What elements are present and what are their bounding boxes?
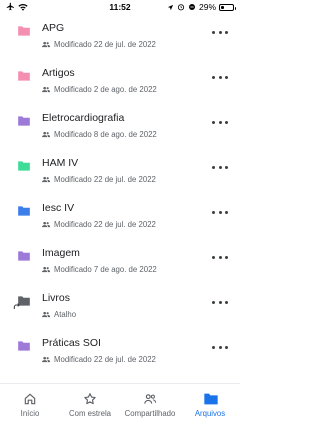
file-row[interactable]: Iesc IV Modificado 22 de jul. de 2022 bbox=[0, 188, 240, 233]
file-row[interactable]: APG Modificado 22 de jul. de 2022 bbox=[0, 8, 240, 53]
more-dot-icon bbox=[218, 345, 222, 349]
file-meta: Modificado 2 de ago. de 2022 bbox=[42, 85, 157, 94]
more-dot-icon bbox=[225, 120, 228, 124]
more-dot-icon bbox=[212, 165, 215, 169]
more-options-button[interactable] bbox=[212, 163, 228, 171]
file-row[interactable]: HAM IV Modificado 22 de jul. de 2022 bbox=[0, 143, 240, 188]
more-options-button[interactable] bbox=[212, 343, 228, 351]
file-name: APG bbox=[42, 22, 65, 34]
more-dot-icon bbox=[212, 75, 215, 79]
shared-people-icon bbox=[42, 86, 50, 93]
more-dot-icon bbox=[225, 30, 228, 34]
shared-people-icon bbox=[42, 221, 50, 228]
more-dot-icon bbox=[225, 345, 228, 349]
file-meta-text: Modificado 22 de jul. de 2022 bbox=[54, 355, 156, 364]
file-meta-text: Atalho bbox=[54, 310, 77, 319]
more-dot-icon bbox=[225, 75, 228, 79]
more-dot-icon bbox=[212, 300, 215, 304]
folder-icon bbox=[203, 392, 218, 406]
file-meta: Modificado 22 de jul. de 2022 bbox=[42, 220, 156, 229]
nav-label: Início bbox=[20, 409, 40, 418]
more-dot-icon bbox=[212, 345, 215, 349]
file-meta: Modificado 22 de jul. de 2022 bbox=[42, 175, 156, 184]
file-name: Eletrocardiografia bbox=[42, 112, 125, 124]
more-dot-icon bbox=[212, 255, 215, 259]
file-name: Artigos bbox=[42, 67, 75, 79]
file-meta: Modificado 7 de ago. de 2022 bbox=[42, 265, 157, 274]
more-dot-icon bbox=[218, 75, 222, 79]
more-dot-icon bbox=[218, 165, 222, 169]
folder-icon bbox=[17, 114, 31, 126]
file-row[interactable]: Práticas SOI Modificado 22 de jul. de 202… bbox=[0, 323, 240, 368]
shared-icon bbox=[143, 392, 157, 406]
nav-label: Com estrela bbox=[68, 409, 112, 418]
shared-people-icon bbox=[42, 176, 50, 183]
file-row[interactable]: Artigos Modificado 2 de ago. de 2022 bbox=[0, 53, 240, 98]
more-dot-icon bbox=[225, 300, 228, 304]
file-meta-text: Modificado 7 de ago. de 2022 bbox=[54, 265, 157, 274]
file-row[interactable]: Questões bbox=[0, 368, 240, 378]
more-options-button[interactable] bbox=[212, 28, 228, 36]
more-dot-icon bbox=[212, 210, 215, 214]
file-meta: Atalho bbox=[42, 310, 76, 319]
nav-item-shared[interactable]: Compartilhado bbox=[120, 384, 180, 427]
file-name: Livros bbox=[42, 292, 71, 304]
file-meta: Modificado 22 de jul. de 2022 bbox=[42, 355, 156, 364]
nav-item-home[interactable]: Início bbox=[0, 384, 60, 427]
folder-icon bbox=[17, 159, 31, 171]
file-meta-text: Modificado 2 de ago. de 2022 bbox=[54, 85, 157, 94]
more-dot-icon bbox=[218, 210, 222, 214]
shared-people-icon bbox=[42, 131, 50, 138]
more-dot-icon bbox=[225, 255, 228, 259]
folder-icon bbox=[17, 24, 31, 36]
star-icon bbox=[83, 392, 97, 406]
shared-people-icon bbox=[42, 41, 50, 48]
nav-label: Arquivos bbox=[194, 409, 226, 418]
folder-icon bbox=[17, 249, 31, 261]
nav-label: Compartilhado bbox=[124, 409, 176, 418]
file-meta-text: Modificado 22 de jul. de 2022 bbox=[54, 175, 156, 184]
file-name: Imagem bbox=[42, 247, 80, 259]
nav-item-folder[interactable]: Arquivos bbox=[180, 384, 240, 427]
shared-people-icon bbox=[42, 266, 50, 273]
more-options-button[interactable] bbox=[212, 253, 228, 261]
file-name: Iesc IV bbox=[42, 202, 75, 214]
bottom-nav: Início Com estrela Compartilhado Arquivos bbox=[0, 383, 240, 427]
more-options-button[interactable] bbox=[212, 298, 228, 306]
more-dot-icon bbox=[212, 120, 215, 124]
file-list: APG Modificado 22 de jul. de 2022 Artigos M… bbox=[0, 8, 240, 378]
file-row[interactable]: Livros Atalho bbox=[0, 278, 240, 323]
folder-icon bbox=[17, 339, 31, 351]
file-name: HAM IV bbox=[42, 157, 79, 169]
file-row[interactable]: Imagem Modificado 7 de ago. de 2022 bbox=[0, 233, 240, 278]
home-icon bbox=[23, 392, 37, 406]
more-dot-icon bbox=[225, 210, 228, 214]
more-dot-icon bbox=[218, 255, 222, 259]
file-meta-text: Modificado 22 de jul. de 2022 bbox=[54, 40, 156, 49]
file-meta-text: Modificado 8 de ago. de 2022 bbox=[54, 130, 157, 139]
more-options-button[interactable] bbox=[212, 118, 228, 126]
file-meta: Modificado 8 de ago. de 2022 bbox=[42, 130, 157, 139]
file-row[interactable]: Eletrocardiografia Modificado 8 de ago. d… bbox=[0, 98, 240, 143]
more-dot-icon bbox=[225, 165, 228, 169]
more-dot-icon bbox=[212, 30, 215, 34]
more-dot-icon bbox=[218, 300, 222, 304]
more-options-button[interactable] bbox=[212, 73, 228, 81]
folder-icon bbox=[17, 69, 31, 81]
nav-item-star[interactable]: Com estrela bbox=[60, 384, 120, 427]
file-meta-text: Modificado 22 de jul. de 2022 bbox=[54, 220, 156, 229]
more-dot-icon bbox=[218, 30, 222, 34]
file-name: Práticas SOI bbox=[42, 337, 101, 349]
folder-icon bbox=[17, 204, 31, 216]
folder-shortcut-icon bbox=[13, 294, 31, 309]
shared-people-icon bbox=[42, 311, 50, 318]
more-dot-icon bbox=[218, 120, 222, 124]
shared-people-icon bbox=[42, 356, 50, 363]
more-options-button[interactable] bbox=[212, 208, 228, 216]
file-meta: Modificado 22 de jul. de 2022 bbox=[42, 40, 156, 49]
